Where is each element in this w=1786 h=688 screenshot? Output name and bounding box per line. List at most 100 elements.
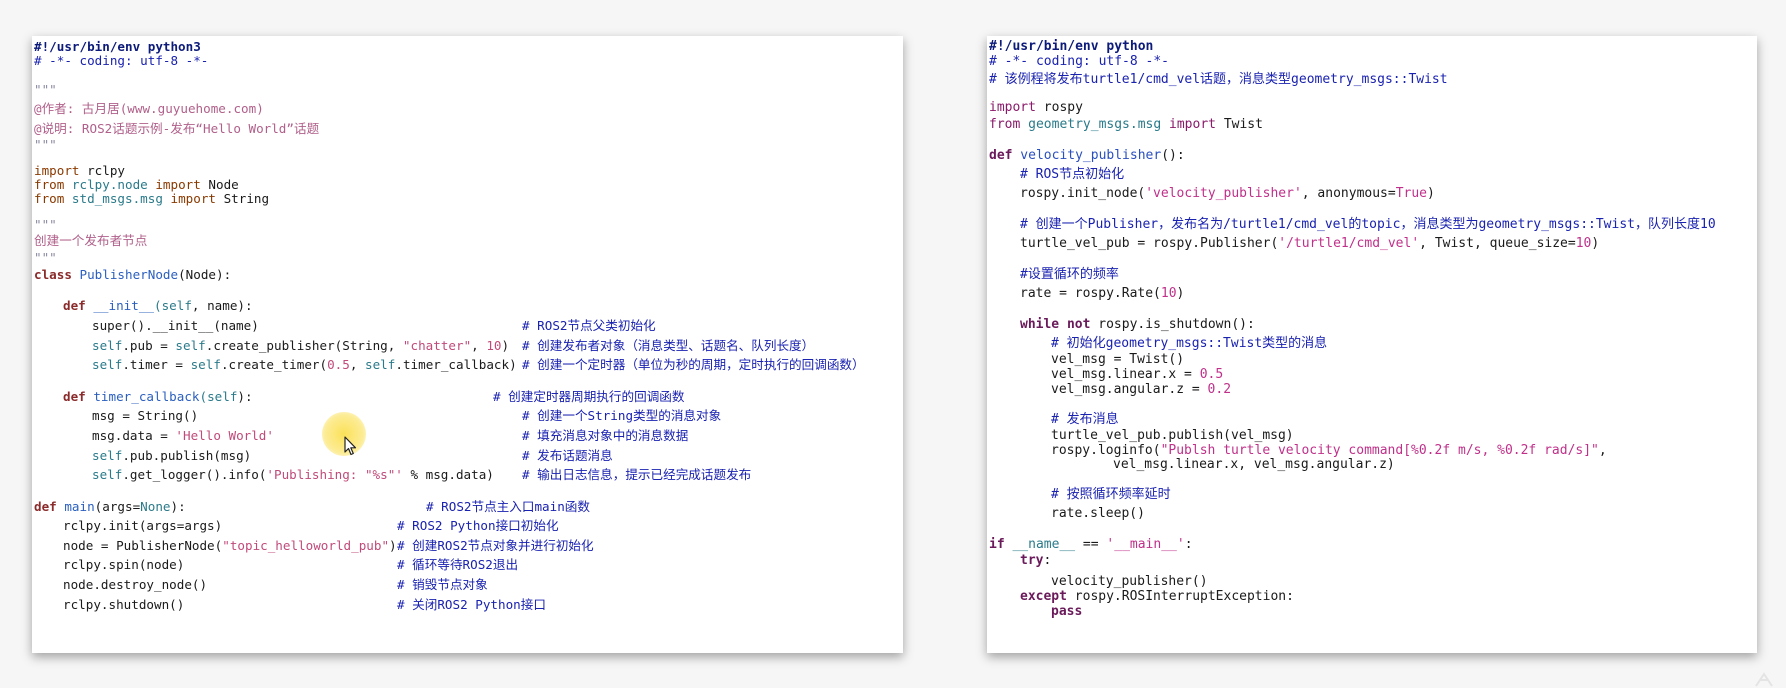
code-text: vel_msg.angular.z = [1051,381,1208,397]
code-line: turtle_vel_pub = rospy.Publisher('/turtl… [989,234,1757,253]
right-code-block: #!/usr/bin/env python # -*- coding: utf-… [989,39,1757,620]
code-text: == [1075,537,1107,553]
import-name: Node [200,176,239,192]
code-line: from rclpy.node import Node [34,178,903,192]
code-comment: # 循环等待ROS2退出 [397,557,519,573]
coding-comment: # -*- coding: utf-8 -*- [34,52,209,68]
module-name: geometry_msgs.msg [1020,117,1170,133]
module-name: rospy [1035,99,1083,115]
code-text: .create_publisher(String, [205,337,403,353]
module-name: rclpy.node [64,176,156,192]
code-comment: # ROS2 Python接口初始化 [397,518,559,534]
shebang-text: #!/usr/bin/env python [989,39,1154,54]
code-line: rate.sleep() [989,504,1757,523]
code-line: def __init__(self, name): [34,296,903,316]
left-code-panel: #!/usr/bin/env python3 # -*- coding: utf… [32,36,903,653]
code-text: , name): [191,298,253,314]
code-line: vel_msg = Twist() [989,352,1757,368]
code-text: ) [1591,236,1600,252]
code-line: #设置循环的频率 [989,265,1757,284]
code-line: pass [989,603,1757,620]
self-keyword: self [92,357,123,373]
code-text: (Node): [178,266,232,282]
function-name: timer_callback [85,388,200,404]
code-line: # ROS节点初始化 [989,165,1757,184]
code-comment: # 填充消息对象中的消息数据 [522,427,689,443]
code-line: vel_msg.linear.x, vel_msg.angular.z) [989,457,1757,473]
keyword: import [34,163,80,179]
class-name: PublisherNode [71,266,179,282]
code-text: , [1598,442,1607,458]
code-line: """ [34,251,903,265]
code-text: rospy.loginfo( [1051,442,1161,458]
string-literal: '/turtle1/cmd_vel' [1278,236,1420,252]
number-literal: 10 [1160,286,1177,302]
code-line: self.timer = self.create_timer(0.5, self… [34,355,903,375]
code-text: rclpy.shutdown() [63,596,185,612]
code-line: # -*- coding: utf-8 -*- [34,52,903,68]
self-keyword: self [92,337,123,353]
code-line: # 该例程将发布turtle1/cmd_vel话题，消息类型geometry_m… [989,70,1757,89]
code-text: velocity_publisher() [1051,573,1208,589]
code-line: super().__init__(name) # ROS2节点父类初始化 [34,316,903,336]
self-keyword: (self [154,298,192,314]
code-line: # 发布消息 [989,410,1757,429]
code-line: self.get_logger().info('Publishing: "%s"… [34,465,903,485]
string-literal: "topic_helloworld_pub" [222,537,390,553]
code-line: from std_msgs.msg import String [34,191,903,206]
code-line: while not rospy.is_shutdown(): [989,315,1757,334]
code-line: @作者: 古月居(www.guyuehome.com) [34,99,903,119]
code-comment: # 初始化geometry_msgs::Twist类型的消息 [1051,336,1328,352]
code-comment: # 关闭ROS2 Python接口 [397,596,546,612]
module-name: rclpy [79,163,125,179]
code-line: """ [34,138,903,152]
code-text: ): [237,388,253,404]
docstring-quote: """ [34,249,57,265]
string-literal: 'Hello World' [175,427,274,443]
code-text: rospy.is_shutdown(): [1090,317,1255,333]
function-name: main [56,498,95,514]
keyword: except [1020,588,1067,604]
code-line: @说明: ROS2话题示例-发布“Hello World”话题 [34,119,903,139]
code-text: rate.sleep() [1051,506,1145,522]
code-comment: # 发布话题消息 [522,447,613,463]
number-literal: 10 [486,337,502,353]
dunder-name: __name__ [1004,537,1076,553]
code-line: node.destroy_node() # 销毁节点对象 [34,575,903,595]
code-line: vel_msg.angular.z = 0.2 [989,381,1757,398]
code-comment: # ROS2节点主入口main函数 [426,498,590,514]
code-text: rate = rospy.Rate( [1020,286,1161,302]
keyword: class [34,266,72,282]
code-comment: # 创建一个定时器（单位为秒的周期，定时执行的回调函数） [522,357,865,373]
code-line: msg.data = 'Hello World' # 填充消息对象中的消息数据 [34,426,903,446]
keyword: import [1169,117,1216,133]
code-text: msg = String() [92,408,199,424]
code-line: 创建一个发布者节点 [34,231,903,251]
code-line: import rclpy [34,164,903,178]
keyword: def [34,498,57,514]
code-text: ) [501,337,510,353]
code-line: # 创建一个Publisher，发布名为/turtle1/cmd_vel的top… [989,215,1757,234]
code-line: node = PublisherNode("topic_helloworld_p… [34,536,903,556]
keyword: import [989,99,1036,115]
code-text: .create_timer( [220,357,328,373]
shebang-text: #!/usr/bin/env python3 [34,39,201,54]
author-line: @作者: 古月居(www.guyuehome.com) [34,101,264,117]
code-text: vel_msg = Twist() [1051,352,1185,368]
code-line: velocity_publisher() [989,573,1757,590]
code-text: turtle_vel_pub.publish(vel_msg) [1051,427,1294,443]
code-comment: # ROS节点初始化 [1020,167,1125,183]
header-comment: # 该例程将发布turtle1/cmd_vel话题，消息类型geometry_m… [989,71,1448,87]
code-line: class PublisherNode(Node): [34,265,903,285]
keyword: pass [1051,603,1083,619]
code-line: rate = rospy.Rate(10) [989,284,1757,303]
code-text: (): [1161,148,1185,164]
code-text: (args= [94,498,141,514]
code-line: msg = String() # 创建一个String类型的消息对象 [34,406,903,426]
code-comment: # 发布消息 [1051,411,1119,427]
code-text: super().__init__(name) [92,317,259,333]
